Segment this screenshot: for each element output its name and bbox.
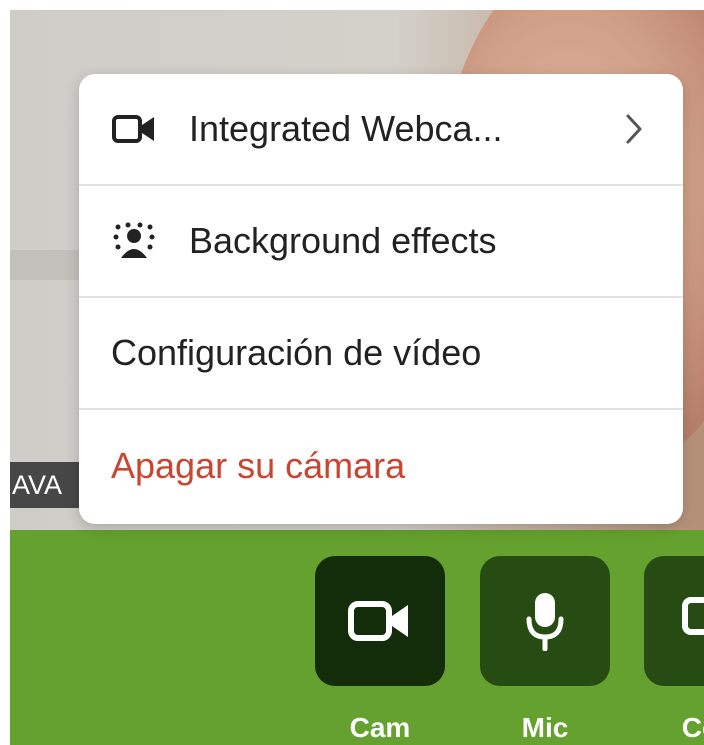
camera-button[interactable] xyxy=(315,556,445,686)
microphone-icon xyxy=(526,593,564,651)
microphone-button[interactable] xyxy=(480,556,610,686)
menu-item-label: Apagar su cámara xyxy=(111,445,406,486)
video-camera-icon xyxy=(348,601,408,641)
participant-name-tag: AVA xyxy=(10,462,90,508)
screen-share-icon xyxy=(682,597,704,635)
call-toolbar: Cam Mic Con xyxy=(10,530,704,745)
background-effects-icon xyxy=(111,221,157,261)
menu-item-label: Configuración de vídeo xyxy=(111,332,482,373)
app-frame: AVA Cam Mic C Integrated Webca... Backgr… xyxy=(10,10,704,745)
camera-label: Cam xyxy=(349,712,411,743)
menu-item-label: Background effects xyxy=(189,220,497,261)
menu-item-webcam[interactable]: Integrated Webca... xyxy=(79,74,683,186)
menu-item-video-settings[interactable]: Configuración de vídeo xyxy=(79,298,683,410)
microphone-label: Mic xyxy=(521,712,569,743)
video-camera-icon xyxy=(111,109,157,149)
menu-item-background-effects[interactable]: Background effects xyxy=(79,186,683,298)
microphone-control: Mic xyxy=(480,556,610,744)
content-control: Con xyxy=(644,556,704,744)
camera-options-menu: Integrated Webca... Background effects C… xyxy=(79,74,683,524)
content-label: Con xyxy=(681,712,704,743)
content-button[interactable] xyxy=(644,556,704,686)
menu-item-turn-off-camera[interactable]: Apagar su cámara xyxy=(79,410,683,522)
chevron-right-icon xyxy=(625,112,643,154)
menu-item-label: Integrated Webca... xyxy=(189,108,503,149)
camera-control: Cam xyxy=(315,556,445,744)
